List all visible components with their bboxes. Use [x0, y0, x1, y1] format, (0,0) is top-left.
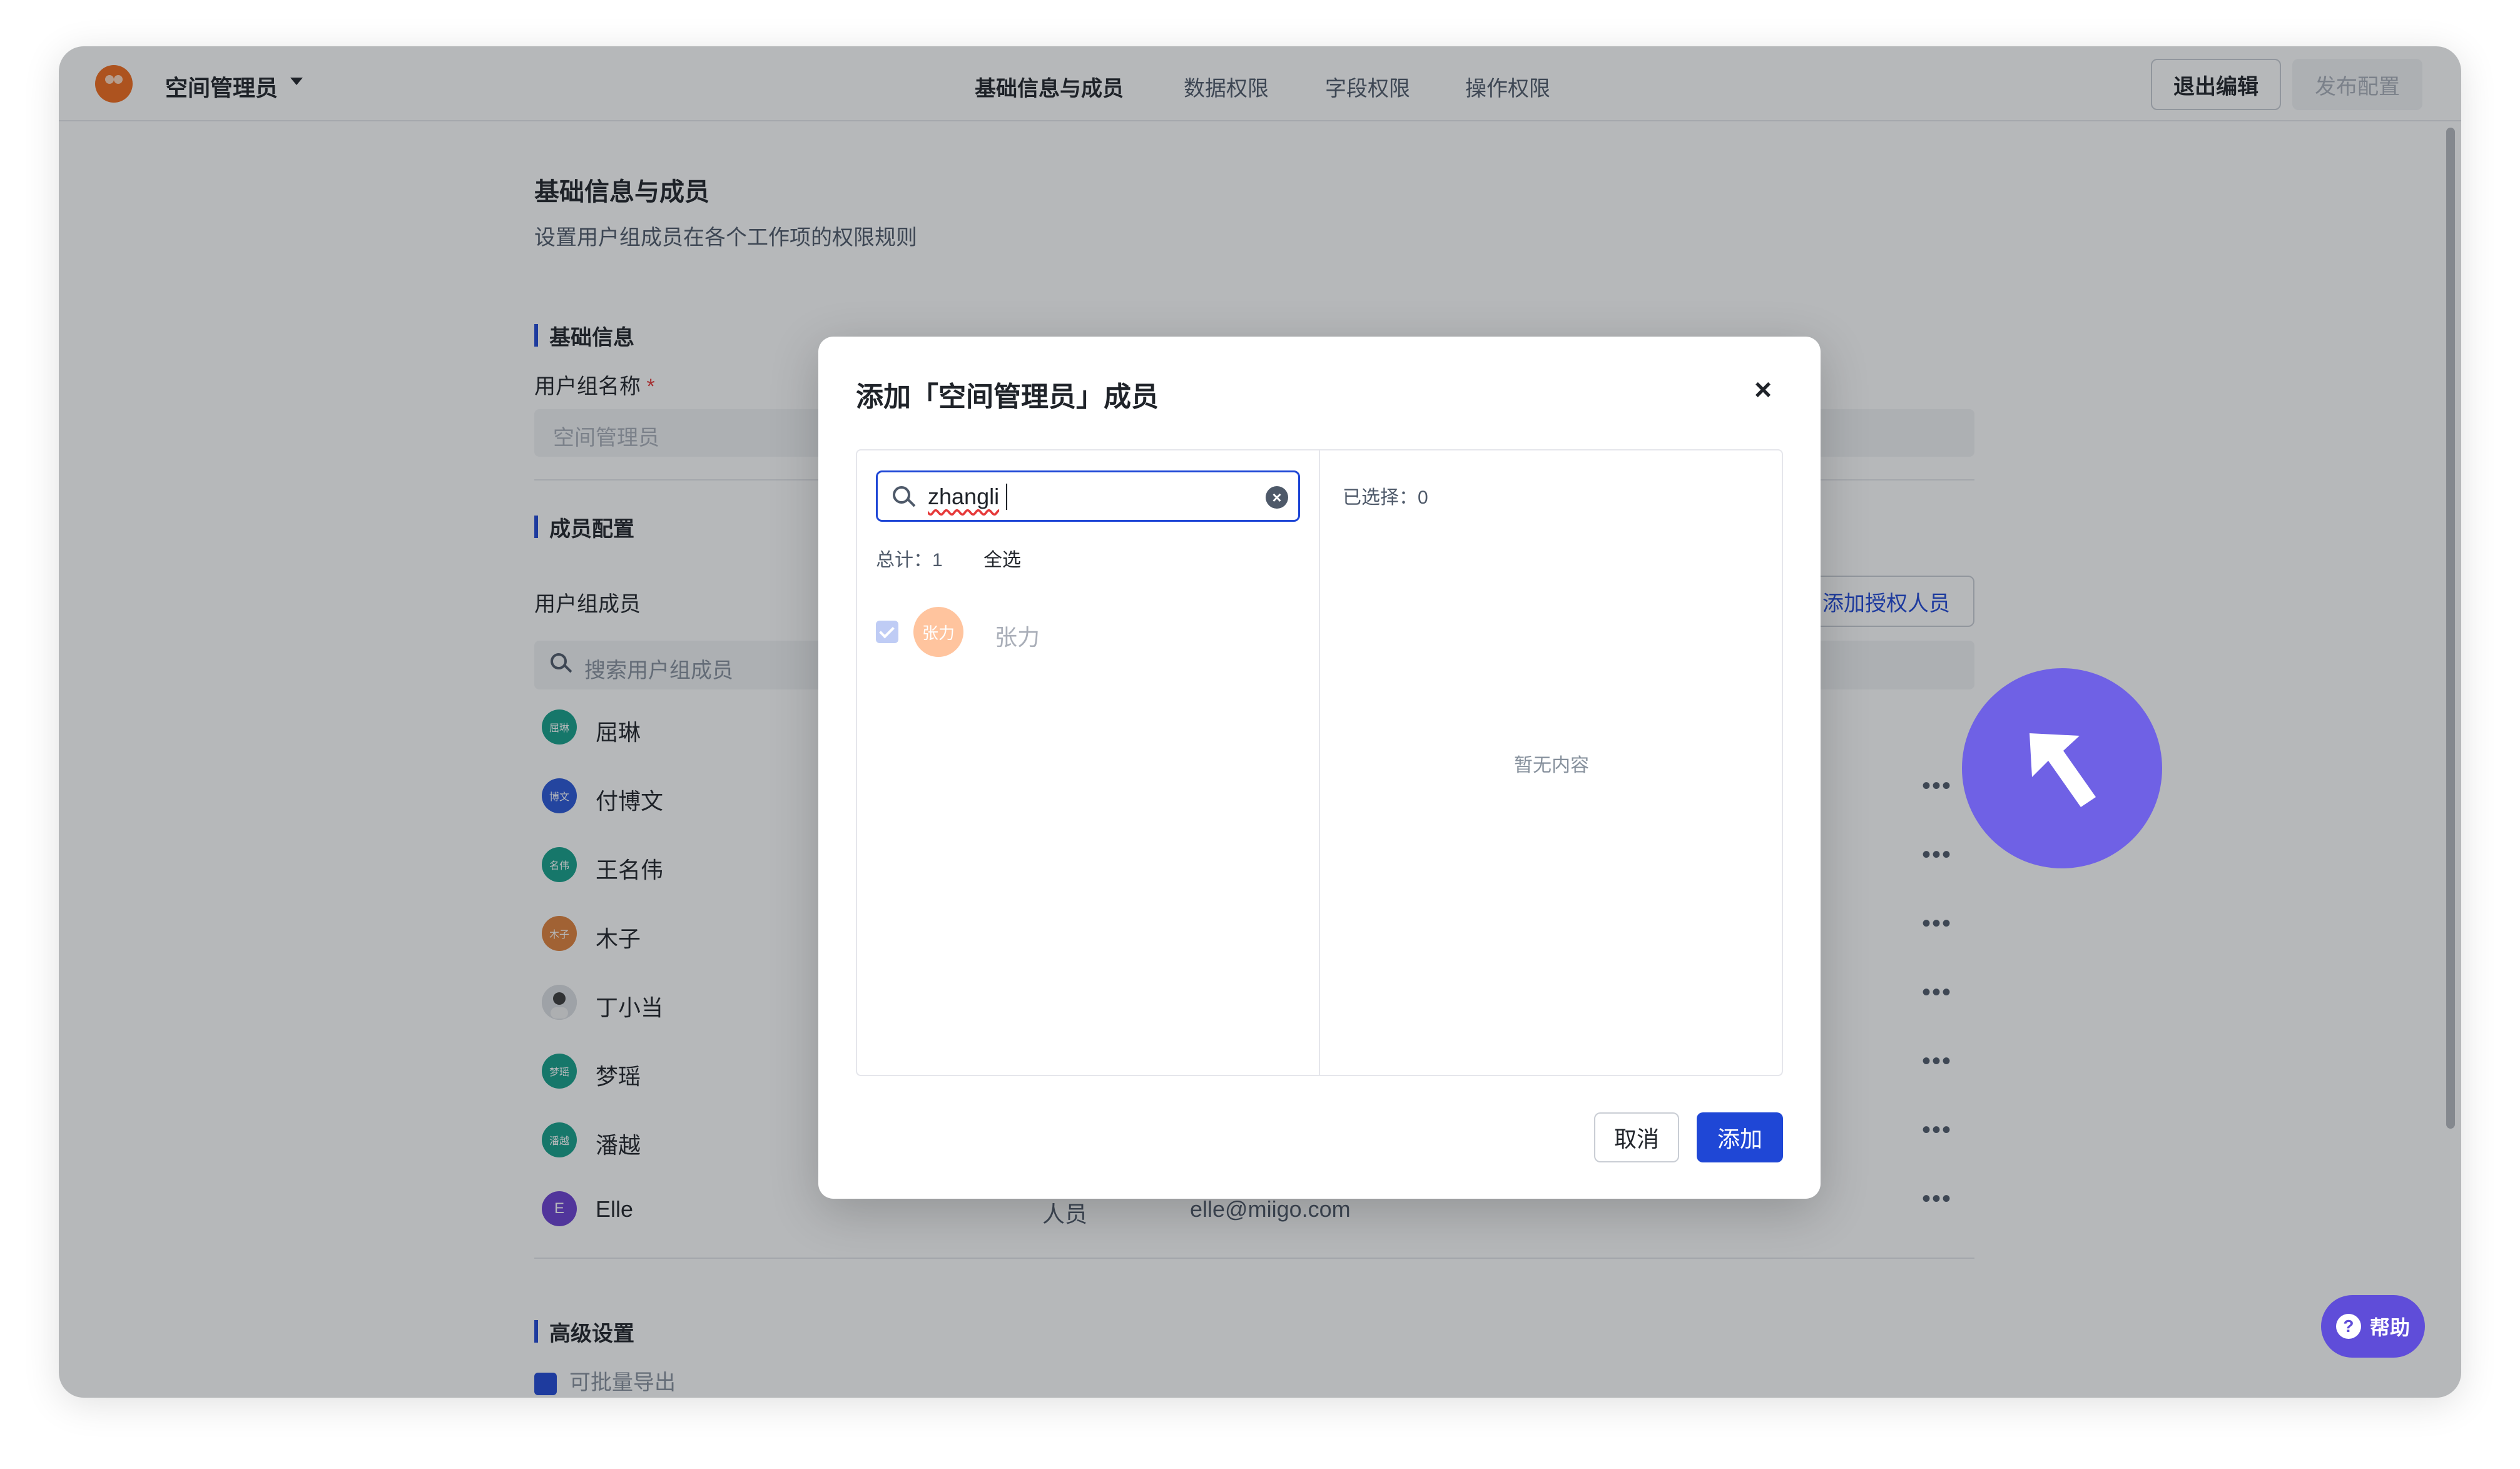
transfer-panel: zhangli × 总计：1 全选 张力 张力 已选择：0 暂无内容 — [856, 449, 1783, 1076]
app-window: 空间管理员 基础信息与成员 数据权限 字段权限 操作权限 退出编辑 发布配置 基… — [59, 46, 2461, 1398]
help-button[interactable]: ? 帮助 — [2321, 1295, 2425, 1358]
dialog-title: 添加「空间管理员」成员 — [856, 382, 1159, 412]
cursor-arrow-icon — [2030, 733, 2096, 807]
panel-divider — [1319, 450, 1320, 1075]
cancel-button[interactable]: 取消 — [1594, 1112, 1679, 1162]
selected-count: 已选择：0 — [1343, 487, 1428, 508]
empty-state: 暂无内容 — [1514, 755, 1589, 776]
help-icon: ? — [2335, 1314, 2361, 1339]
total-count: 总计：1 — [876, 550, 943, 571]
search-icon — [893, 486, 910, 504]
add-member-dialog: 添加「空间管理员」成员 × zhangli × 总计：1 全选 张力 张力 已选… — [818, 337, 1821, 1199]
select-all-link[interactable]: 全选 — [983, 544, 1021, 572]
checkbox-checked-icon[interactable] — [876, 621, 898, 643]
avatar: 张力 — [913, 607, 963, 657]
clear-icon[interactable]: × — [1266, 486, 1288, 509]
candidate-name: 张力 — [995, 624, 1040, 650]
add-button[interactable]: 添加 — [1697, 1112, 1783, 1162]
close-icon[interactable]: × — [1750, 375, 1776, 405]
cursor-highlight — [1962, 668, 2162, 868]
help-label: 帮助 — [2369, 1316, 2410, 1339]
text-caret — [1006, 484, 1007, 510]
candidate-search-input[interactable]: zhangli × — [876, 470, 1300, 522]
search-value: zhangli — [928, 484, 1000, 509]
